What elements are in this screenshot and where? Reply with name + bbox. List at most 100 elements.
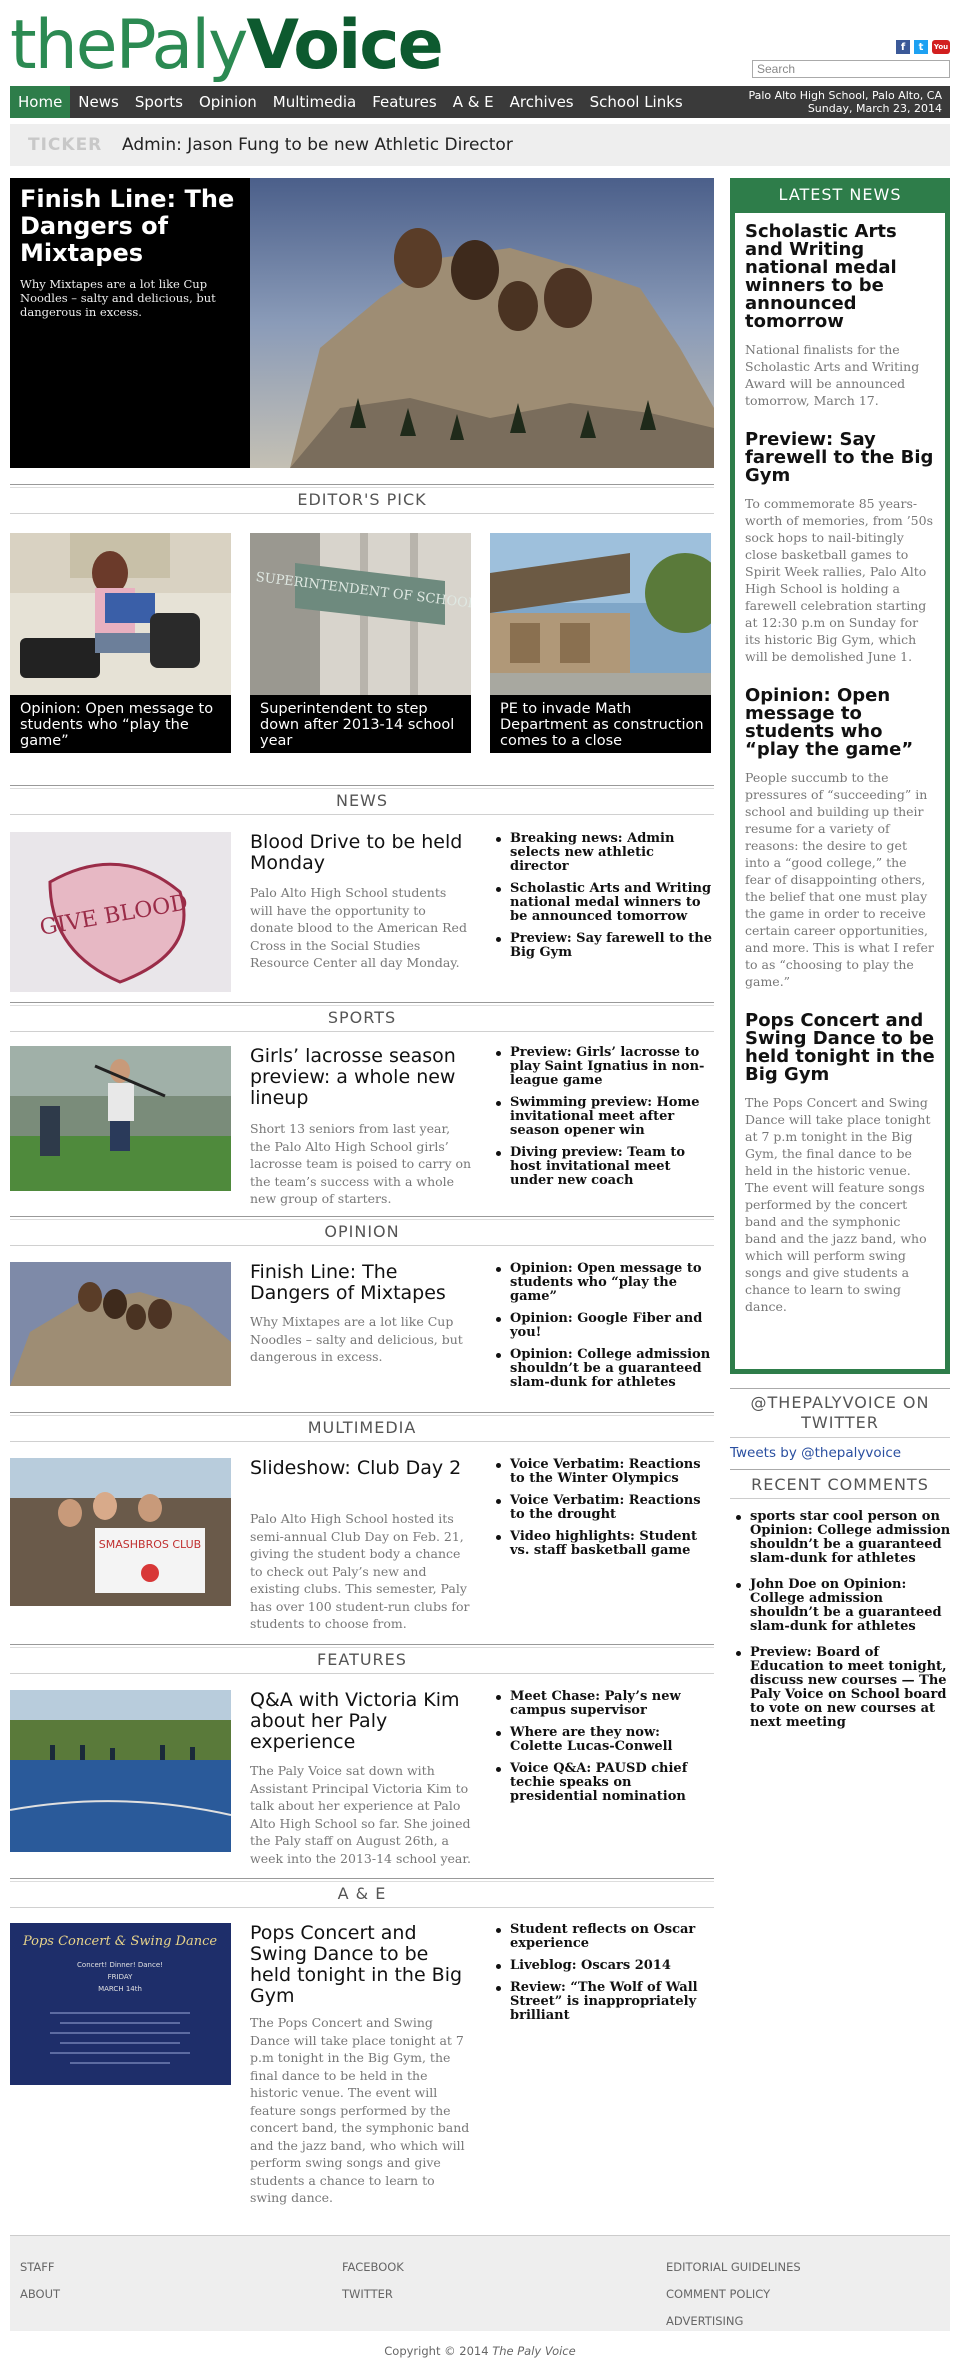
recent-comment-item[interactable]: John Doe on Opinion: College admission s… (730, 1578, 952, 1634)
footer-col-1: STAFF ABOUT (20, 2254, 60, 2308)
news-title[interactable]: Blood Drive to be held Monday (250, 832, 472, 874)
sports-list-item[interactable]: Preview: Girls’ lacrosse to play Saint I… (490, 1046, 714, 1088)
opinion-list-item[interactable]: Opinion: College admission shouldn’t be … (490, 1348, 714, 1390)
features-list-item[interactable]: Voice Q&A: PAUSD chief techie speaks on … (490, 1762, 714, 1804)
latest-news-story: Opinion: Open message to students who “p… (745, 687, 935, 990)
news-list-item[interactable]: Breaking news: Admin selects new athleti… (490, 832, 714, 874)
opinion-list-item[interactable]: Opinion: Google Fiber and you! (490, 1312, 714, 1340)
multimedia-image[interactable]: SMASHBROS CLUB (10, 1458, 231, 1606)
news-list-item[interactable]: Preview: Say farewell to the Big Gym (490, 932, 714, 960)
featured-story[interactable]: Finish Line: The Dangers of Mixtapes Why… (10, 178, 714, 468)
opinion-image[interactable] (10, 1262, 231, 1386)
copyright-name: The Paly Voice (492, 2344, 576, 2358)
latest-news-heading: LATEST NEWS (778, 185, 902, 204)
opinion-title[interactable]: Finish Line: The Dangers of Mixtapes (250, 1262, 472, 1304)
news-image[interactable]: GIVE BLOOD (10, 832, 231, 992)
featured-desc: Why Mixtapes are a lot like Cup Noodles … (20, 277, 216, 319)
features-heading: FEATURES (10, 1644, 714, 1674)
editors-pick-item[interactable]: Opinion: Open message to students who “p… (10, 533, 231, 753)
ae-title[interactable]: Pops Concert and Swing Dance to be held … (250, 1923, 472, 2007)
ae-poster-image[interactable]: Pops Concert & Swing Dance Concert! Dinn… (10, 1923, 231, 2085)
latest-story-title[interactable]: Opinion: Open message to students who “p… (745, 687, 935, 759)
features-list-item[interactable]: Where are they now: Colette Lucas-Conwel… (490, 1726, 714, 1754)
twitter-icon[interactable]: t (914, 40, 928, 54)
ae-list: Student reflects on Oscar experience Liv… (490, 1923, 714, 2031)
features-list-item[interactable]: Meet Chase: Paly’s new campus supervisor (490, 1690, 714, 1718)
latest-story-desc: The Pops Concert and Swing Dance will ta… (745, 1095, 931, 1314)
main-nav: Home News Sports Opinion Multimedia Feat… (10, 86, 950, 118)
pick-caption[interactable]: PE to invade Math Department as construc… (500, 701, 705, 749)
site-logo[interactable]: thePalyVoice (10, 12, 444, 80)
multimedia-desc: Palo Alto High School hosted its semi-an… (250, 1511, 470, 1631)
latest-story-desc: National finalists for the Scholastic Ar… (745, 342, 920, 408)
editors-pick-item[interactable]: SUPERINTENDENT OF SCHOOLS Superintendent… (250, 533, 471, 753)
nav-archives[interactable]: Archives (502, 86, 582, 118)
ae-heading: A & E (10, 1878, 714, 1908)
features-desc: The Paly Voice sat down with Assistant P… (250, 1763, 471, 1866)
latest-news-story: Pops Concert and Swing Dance to be held … (745, 1012, 935, 1315)
nav-opinion[interactable]: Opinion (191, 86, 265, 118)
ae-list-item[interactable]: Review: “The Wolf of Wall Street” is ina… (490, 1981, 714, 2023)
recent-comment-item[interactable]: Preview: Board of Education to meet toni… (730, 1646, 952, 1730)
twitter-feed-link[interactable]: Tweets by @thepalyvoice (730, 1445, 901, 1461)
multimedia-list-item[interactable]: Voice Verbatim: Reactions to the drought (490, 1494, 714, 1522)
ticker-label: TICKER (28, 135, 103, 155)
featured-image[interactable] (250, 178, 714, 468)
ticker-headline[interactable]: Admin: Jason Fung to be new Athletic Dir… (122, 135, 513, 155)
ae-list-item[interactable]: Liveblog: Oscars 2014 (490, 1959, 714, 1973)
pick-caption[interactable]: Superintendent to step down after 2013-1… (260, 701, 465, 749)
latest-news-story: Scholastic Arts and Writing national med… (745, 223, 935, 409)
opinion-list-item[interactable]: Opinion: Open message to students who “p… (490, 1262, 714, 1304)
nav-news[interactable]: News (70, 86, 127, 118)
nav-home[interactable]: Home (10, 86, 71, 118)
sports-image[interactable] (10, 1046, 231, 1191)
sports-heading: SPORTS (10, 1002, 714, 1032)
facebook-icon[interactable]: f (896, 40, 910, 54)
multimedia-heading: MULTIMEDIA (10, 1412, 714, 1442)
sports-list: Preview: Girls’ lacrosse to play Saint I… (490, 1046, 714, 1196)
sports-title[interactable]: Girls’ lacrosse season preview: a whole … (250, 1046, 472, 1109)
logo-voice: Voice (246, 6, 443, 85)
features-image[interactable] (10, 1690, 231, 1852)
footer-link-comment-policy[interactable]: COMMENT POLICY (666, 2281, 801, 2308)
editors-pick-item[interactable]: PE to invade Math Department as construc… (490, 533, 711, 753)
news-list-item[interactable]: Scholastic Arts and Writing national med… (490, 882, 714, 924)
ae-poster-day: FRIDAY (108, 1973, 133, 1981)
footer-col-2: FACEBOOK TWITTER (342, 2254, 404, 2308)
pick-image-student (10, 533, 231, 695)
nav-features[interactable]: Features (364, 86, 445, 118)
multimedia-title[interactable]: Slideshow: Club Day 2 (250, 1458, 472, 1479)
pick-image-construction (490, 533, 711, 695)
nav-school-links[interactable]: School Links (582, 86, 691, 118)
multimedia-list-item[interactable]: Video highlights: Student vs. staff bask… (490, 1530, 714, 1558)
footer-link-advertising[interactable]: ADVERTISING (666, 2308, 801, 2335)
footer-link-about[interactable]: ABOUT (20, 2281, 60, 2308)
youtube-icon[interactable]: You (932, 40, 950, 54)
news-list: Breaking news: Admin selects new athleti… (490, 832, 714, 968)
latest-story-title[interactable]: Pops Concert and Swing Dance to be held … (745, 1012, 935, 1084)
search-input[interactable]: Search (752, 60, 950, 78)
features-title[interactable]: Q&A with Victoria Kim about her Paly exp… (250, 1690, 472, 1753)
recent-comments-list: sports star cool person on Opinion: Coll… (730, 1510, 952, 1742)
sports-list-item[interactable]: Swimming preview: Home invitational meet… (490, 1096, 714, 1138)
latest-story-title[interactable]: Scholastic Arts and Writing national med… (745, 223, 935, 331)
features-list: Meet Chase: Paly’s new campus supervisor… (490, 1690, 714, 1812)
news-desc: Palo Alto High School students will have… (250, 885, 467, 970)
multimedia-list-item[interactable]: Voice Verbatim: Reactions to the Winter … (490, 1458, 714, 1486)
ae-list-item[interactable]: Student reflects on Oscar experience (490, 1923, 714, 1951)
sports-list-item[interactable]: Diving preview: Team to host invitationa… (490, 1146, 714, 1188)
footer-link-twitter[interactable]: TWITTER (342, 2281, 404, 2308)
latest-story-title[interactable]: Preview: Say farewell to the Big Gym (745, 431, 935, 485)
nav-sports[interactable]: Sports (127, 86, 191, 118)
footer-link-editorial-guidelines[interactable]: EDITORIAL GUIDELINES (666, 2254, 801, 2281)
pick-caption[interactable]: Opinion: Open message to students who “p… (20, 701, 225, 749)
footer-link-staff[interactable]: STAFF (20, 2254, 60, 2281)
sports-desc: Short 13 seniors from last year, the Pal… (250, 1121, 472, 1206)
latest-story-desc: People succumb to the pressures of “succ… (745, 770, 934, 989)
copyright-text: Copyright © 2014 (384, 2344, 489, 2358)
footer-link-facebook[interactable]: FACEBOOK (342, 2254, 404, 2281)
featured-title[interactable]: Finish Line: The Dangers of Mixtapes (20, 186, 240, 267)
nav-multimedia[interactable]: Multimedia (265, 86, 364, 118)
recent-comment-item[interactable]: sports star cool person on Opinion: Coll… (730, 1510, 952, 1566)
nav-ae[interactable]: A & E (445, 86, 502, 118)
